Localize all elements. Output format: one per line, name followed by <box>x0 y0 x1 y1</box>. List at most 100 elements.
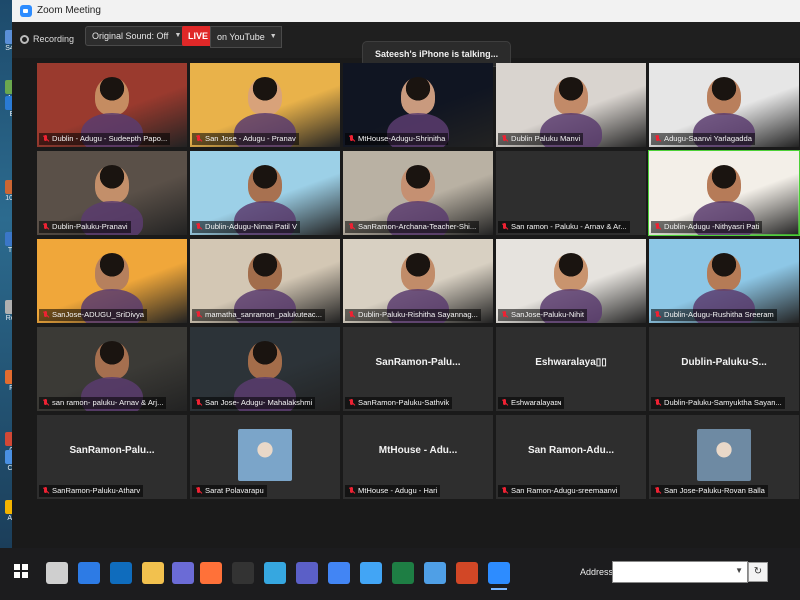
participant-tile[interactable]: Adugu-Saanvi Yarlagadda <box>649 63 799 147</box>
muted-mic-icon <box>654 223 661 231</box>
participant-tile[interactable]: San Jose - Adugu - Pranav <box>190 63 340 147</box>
participant-name: Dublin - Adugu - Sudeepth Papo... <box>52 134 168 143</box>
muted-mic-icon <box>501 135 508 143</box>
taskbar-edge-icon[interactable] <box>78 562 100 584</box>
participant-tile[interactable]: San ramon - Paluku - Arnav & Ar... <box>496 151 646 235</box>
participant-tile[interactable]: SanRamon-Archana-Teacher-Shi... <box>343 151 493 235</box>
participant-face <box>554 77 588 115</box>
taskbar-file-explorer-icon[interactable] <box>142 562 164 584</box>
participant-face <box>401 165 435 203</box>
chevron-down-icon[interactable]: ▼ <box>270 27 277 47</box>
participant-tile[interactable]: SanRamon-Palu... SanRamon-Paluku-Sathvik <box>343 327 493 411</box>
muted-mic-icon <box>501 487 508 495</box>
participant-face <box>248 341 282 379</box>
taskbar-cloud-app-icon[interactable] <box>360 562 382 584</box>
participant-tile[interactable]: Eshwaralaya▯▯ Eshwaralayaɪɴ <box>496 327 646 411</box>
muted-mic-icon <box>42 487 49 495</box>
start-icon[interactable] <box>14 564 28 578</box>
participant-tile[interactable]: Dublin-Adugu-Rushitha Sreeram <box>649 239 799 323</box>
taskbar-excel-icon[interactable] <box>392 562 414 584</box>
participant-tile[interactable]: Dublin-Adugu -Nithyasri Pati <box>648 150 800 236</box>
participant-name-label: MtHouse-Adugu-Shrinitha <box>345 133 449 145</box>
participant-name-label: Adugu-Saanvi Yarlagadda <box>651 133 755 145</box>
participant-name: Dublin-Adugu-Rushitha Sreeram <box>664 310 774 319</box>
participant-name: SanRamon-Paluku-Atharv <box>52 486 141 495</box>
participant-name-label: San ramon - Paluku - Arnav & Ar... <box>498 221 630 233</box>
participant-tile[interactable]: SanRamon-Palu... SanRamon-Paluku-Atharv <box>37 415 187 499</box>
muted-mic-icon <box>195 487 202 495</box>
address-input[interactable]: ▼ <box>612 561 748 583</box>
participant-name-label: SanRamon-Paluku-Atharv <box>39 485 144 497</box>
taskbar-terminal-icon[interactable] <box>232 562 254 584</box>
taskbar-powerpoint-icon[interactable] <box>456 562 478 584</box>
muted-mic-icon <box>195 135 202 143</box>
participant-name-label: Sarat Polavarapu <box>192 485 267 497</box>
participant-name-label: San Jose - Adugu - Pranav <box>192 133 299 145</box>
participant-name: San Ramon-Adugu-sreemaanvi <box>511 486 618 495</box>
participant-tile[interactable]: mamatha_sanramon_palukuteac... <box>190 239 340 323</box>
participant-tile[interactable]: san ramon- paluku- Arnav & Arj... <box>37 327 187 411</box>
participant-face <box>401 253 435 291</box>
participant-tile[interactable]: Sarat Polavarapu <box>190 415 340 499</box>
taskbar-task-view-icon[interactable] <box>46 562 68 584</box>
participant-face <box>401 77 435 115</box>
participant-name-label: SanJose-Paluku-Nihit <box>498 309 588 321</box>
participant-name-label: San Jose- Adugu- Mahalakshmi <box>192 397 316 409</box>
address-go-button[interactable]: ↻ <box>748 562 768 582</box>
gallery-view: Dublin - Adugu - Sudeepth Papo... San Jos… <box>37 63 800 503</box>
muted-mic-icon <box>42 311 49 319</box>
participant-name-label: San Ramon-Adugu-sreemaanvi <box>498 485 621 497</box>
participant-name-label: Dublin-Adugu -Nithyasri Pati <box>651 221 763 233</box>
taskbar-zoom-icon[interactable] <box>488 562 510 590</box>
participant-tile[interactable]: Dublin-Adugu-Nimai Patil V <box>190 151 340 235</box>
taskbar-edge-chromium-icon[interactable] <box>264 562 286 584</box>
participant-name: SanRamon-Archana-Teacher-Shi... <box>358 222 477 231</box>
original-sound-label: Original Sound: Off <box>92 31 169 41</box>
participant-display-name: San Ramon-Adu... <box>527 445 615 456</box>
participant-tile[interactable]: Dublin Paluku Manvi <box>496 63 646 147</box>
participant-tile[interactable]: Dublin-Paluku-Pranavi <box>37 151 187 235</box>
participant-tile[interactable]: San Ramon-Adu... San Ramon-Adugu-sreemaan… <box>496 415 646 499</box>
chevron-down-icon[interactable]: ▼ <box>174 27 181 45</box>
muted-mic-icon <box>195 311 202 319</box>
participant-tile[interactable]: Dublin - Adugu - Sudeepth Papo... <box>37 63 187 147</box>
participant-face <box>248 77 282 115</box>
muted-mic-icon <box>654 311 661 319</box>
participant-name: MtHouse - Adugu - Hari <box>358 486 438 495</box>
muted-mic-icon <box>42 223 49 231</box>
live-stream-button[interactable]: on YouTube ▼ <box>210 26 282 48</box>
participant-display-name: SanRamon-Palu... <box>69 445 155 456</box>
taskbar-teams-icon[interactable] <box>296 562 318 584</box>
participant-face <box>707 253 741 291</box>
participant-name: San Jose-Paluku-Rovan Balla <box>664 486 765 495</box>
taskbar-firefox-icon[interactable] <box>200 562 222 584</box>
participant-tile[interactable]: SanJose-ADUGU_SriDivya <box>37 239 187 323</box>
participant-name: San Jose - Adugu - Pranav <box>205 134 296 143</box>
original-sound-button[interactable]: Original Sound: Off ▼ <box>85 26 188 46</box>
participant-tile[interactable]: Dublin-Paluku-Rishitha Sayannag... <box>343 239 493 323</box>
participant-tile[interactable]: San Jose-Paluku-Rovan Balla <box>649 415 799 499</box>
participant-face <box>95 253 129 291</box>
participant-tile[interactable]: MtHouse - Adu... MtHouse - Adugu - Hari <box>343 415 493 499</box>
taskbar-paint-icon[interactable] <box>424 562 446 584</box>
taskbar-store-icon[interactable] <box>172 562 194 584</box>
participant-name-label: Dublin-Paluku-Pranavi <box>39 221 131 233</box>
participant-face <box>95 341 129 379</box>
participant-name-label: SanRamon-Archana-Teacher-Shi... <box>345 221 480 233</box>
muted-mic-icon <box>348 223 355 231</box>
participant-name: Dublin-Paluku-Pranavi <box>52 222 128 231</box>
chevron-down-icon[interactable]: ▼ <box>735 566 743 575</box>
taskbar-chrome-icon[interactable] <box>328 562 350 584</box>
participant-tile[interactable]: San Jose- Adugu- Mahalakshmi <box>190 327 340 411</box>
profile-picture <box>238 429 292 481</box>
recording-icon <box>20 35 29 44</box>
participant-name: Dublin-Adugu -Nithyasri Pati <box>664 222 760 231</box>
participant-tile[interactable]: SanJose-Paluku-Nihit <box>496 239 646 323</box>
taskbar-outlook-icon[interactable] <box>110 562 132 584</box>
participant-name: Dublin-Paluku-Samyuktha Sayan... <box>664 398 782 407</box>
muted-mic-icon <box>42 135 49 143</box>
participant-tile[interactable]: MtHouse-Adugu-Shrinitha <box>343 63 493 147</box>
muted-mic-icon <box>348 487 355 495</box>
participant-face <box>95 77 129 115</box>
participant-tile[interactable]: Dublin-Paluku-S... Dublin-Paluku-Samyukth… <box>649 327 799 411</box>
